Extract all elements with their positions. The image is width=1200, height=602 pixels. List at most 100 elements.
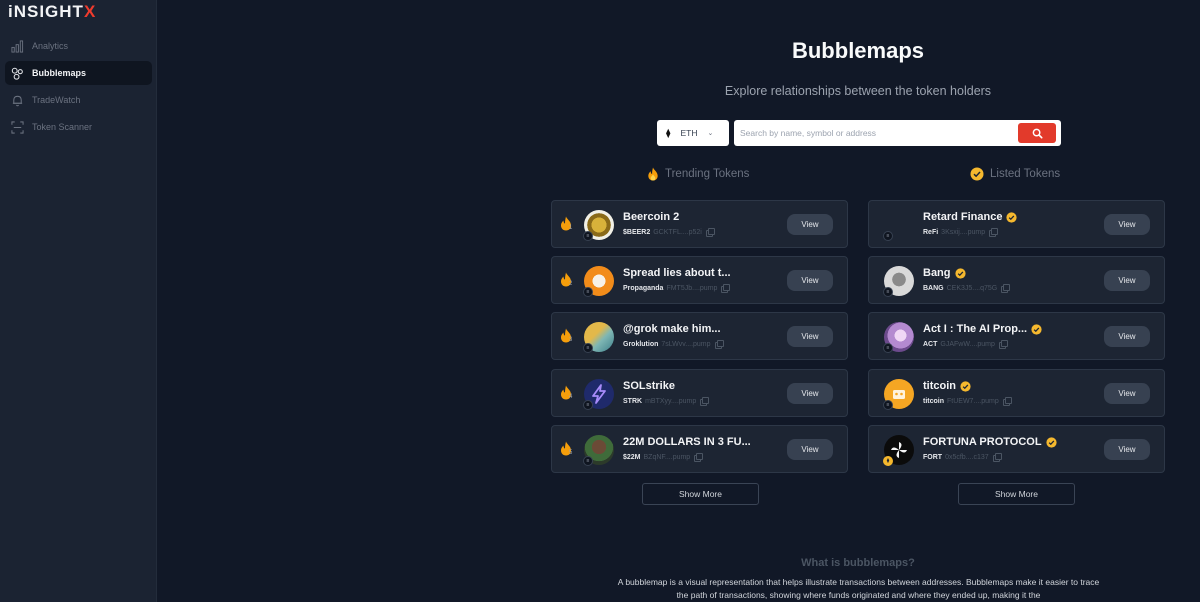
sidebar-item-analytics[interactable]: Analytics: [5, 34, 152, 58]
listed-token-card[interactable]: ≡ titcoin titcoin FtUEW7....pump View: [868, 369, 1165, 417]
view-button[interactable]: View: [787, 326, 833, 347]
copy-icon[interactable]: [714, 340, 724, 349]
copy-icon[interactable]: [705, 228, 715, 237]
token-meta: ACT GJAFwW....pump: [923, 340, 1008, 349]
sidebar-item-bubblemaps[interactable]: Bubblemaps: [5, 61, 152, 85]
sidebar-item-label: Token Scanner: [32, 122, 93, 132]
token-name: FORTUNA PROTOCOL: [923, 436, 1057, 448]
verified-badge-icon: [1006, 211, 1018, 223]
copy-icon[interactable]: [992, 453, 1002, 462]
rank-number: 2: [569, 281, 573, 287]
token-address: GJAFwW....pump: [940, 340, 995, 348]
token-meta: Groklution 7sLWvv....pump: [623, 340, 724, 349]
bar-chart-icon: [10, 39, 24, 53]
token-name: SOLstrike: [623, 380, 675, 392]
token-address: BZqNF....pump: [643, 453, 691, 461]
copy-icon[interactable]: [989, 228, 999, 237]
listed-show-more-button[interactable]: Show More: [958, 483, 1075, 505]
trending-token-card[interactable]: 5 ≡ 22M DOLLARS IN 3 FU... $22M BZqNF....…: [551, 425, 848, 473]
token-meta: titcoin FtUEW7....pump: [923, 397, 1012, 406]
token-name: Spread lies about t...: [623, 267, 731, 279]
bubbles-icon: [10, 66, 24, 80]
ethereum-chain-icon: ⧫: [883, 456, 893, 466]
token-name: 22M DOLLARS IN 3 FU...: [623, 436, 751, 448]
verified-badge-icon: [954, 267, 966, 279]
search-button[interactable]: [1018, 123, 1056, 143]
view-button[interactable]: View: [1104, 214, 1150, 235]
view-button[interactable]: View: [787, 270, 833, 291]
copy-icon[interactable]: [1002, 397, 1012, 406]
token-address: FtUEW7....pump: [947, 397, 999, 405]
view-button[interactable]: View: [1104, 383, 1150, 404]
verified-badge-icon: [970, 167, 984, 181]
solana-chain-icon: ≡: [883, 231, 893, 241]
view-button[interactable]: View: [1104, 439, 1150, 460]
token-meta: STRK mBTXyy....pump: [623, 397, 710, 406]
trending-tokens-heading: Trending Tokens: [647, 166, 749, 182]
verified-badge-icon: [960, 380, 971, 392]
solana-chain-icon: ≡: [883, 400, 893, 410]
listed-token-card[interactable]: ≡ Bang BANG CEK3J5....q75G View: [868, 256, 1165, 304]
listed-tokens-heading: Listed Tokens: [970, 166, 1060, 182]
sidebar-item-token-scanner[interactable]: Token Scanner: [5, 115, 152, 139]
listed-token-card[interactable]: ≡ Act I : The AI Prop... ACT GJAFwW....pu…: [868, 312, 1165, 360]
logo[interactable]: iNSIGHTX: [8, 2, 96, 22]
listed-token-card[interactable]: ⧫ FORTUNA PROTOCOL FORT 0x5cfb....c137 Vi…: [868, 425, 1165, 473]
token-meta: $22M BZqNF....pump: [623, 453, 704, 462]
view-button[interactable]: View: [787, 439, 833, 460]
view-button[interactable]: View: [1104, 270, 1150, 291]
token-meta: $BEER2 GCKTFL....p52i: [623, 228, 715, 237]
listed-token-card[interactable]: ≡ Retard Finance ReFi 3Ksxij....pump View: [868, 200, 1165, 248]
token-symbol: FORT: [923, 453, 943, 461]
trending-tokens-label: Trending Tokens: [665, 168, 750, 180]
token-symbol: $BEER2: [623, 228, 651, 236]
token-address: mBTXyy....pump: [645, 397, 697, 405]
token-address: FMT5Jb....pump: [666, 284, 718, 292]
verified-badge-icon: [1045, 436, 1057, 448]
rank-fire-icon: 4: [560, 385, 576, 403]
page-title: Bubblemaps: [791, 38, 925, 63]
about-text: A bubblemap is a visual representation t…: [617, 577, 1100, 600]
view-button[interactable]: View: [1104, 326, 1150, 347]
token-meta: BANG CEK3J5....q75G: [923, 284, 1011, 293]
chain-select[interactable]: ⧫ ETH ⌄: [657, 120, 729, 146]
copy-icon[interactable]: [721, 284, 731, 293]
search-input[interactable]: [740, 125, 1010, 141]
page-subtitle: Explore relationships between the token …: [724, 84, 992, 98]
sidebar-item-tradewatch[interactable]: TradeWatch: [5, 88, 152, 112]
token-name: Act I : The AI Prop...: [923, 323, 1042, 335]
token-name: Bang: [923, 267, 966, 279]
trending-token-card[interactable]: 1 ≡ Beercoin 2 $BEER2 GCKTFL....p52i View: [551, 200, 848, 248]
about-title: What is bubblemaps?: [801, 557, 915, 569]
trending-token-card[interactable]: 3 ≡ @grok make him... Groklution 7sLWvv..…: [551, 312, 848, 360]
chain-select-value: ETH: [680, 128, 698, 138]
token-name: Retard Finance: [923, 211, 1018, 223]
rank-fire-icon: 3: [560, 328, 576, 346]
sidebar-item-label: Analytics: [32, 41, 69, 51]
solana-chain-icon: ≡: [583, 343, 593, 353]
fire-icon: [647, 167, 659, 181]
trending-token-card[interactable]: 2 ≡ Spread lies about t... Propaganda FMT…: [551, 256, 848, 304]
solana-chain-icon: ≡: [583, 231, 593, 241]
ethereum-icon: ⧫: [666, 127, 671, 138]
rank-number: 5: [569, 450, 573, 456]
search-bar: [734, 120, 1061, 146]
copy-icon[interactable]: [700, 397, 710, 406]
token-symbol: BANG: [923, 284, 944, 292]
trending-token-card[interactable]: 4 ≡ SOLstrike STRK mBTXyy....pump View: [551, 369, 848, 417]
solana-chain-icon: ≡: [583, 287, 593, 297]
copy-icon[interactable]: [694, 453, 704, 462]
token-symbol: Groklution: [623, 340, 659, 348]
token-address: CEK3J5....q75G: [946, 284, 998, 292]
view-button[interactable]: View: [787, 383, 833, 404]
token-address: 7sLWvv....pump: [661, 340, 711, 348]
copy-icon[interactable]: [998, 340, 1008, 349]
token-symbol: $22M: [623, 453, 641, 461]
listed-tokens-label: Listed Tokens: [990, 168, 1061, 180]
view-button[interactable]: View: [787, 214, 833, 235]
trending-show-more-button[interactable]: Show More: [642, 483, 759, 505]
solana-chain-icon: ≡: [883, 343, 893, 353]
rank-fire-icon: 2: [560, 272, 576, 290]
copy-icon[interactable]: [1001, 284, 1011, 293]
solana-chain-icon: ≡: [883, 287, 893, 297]
